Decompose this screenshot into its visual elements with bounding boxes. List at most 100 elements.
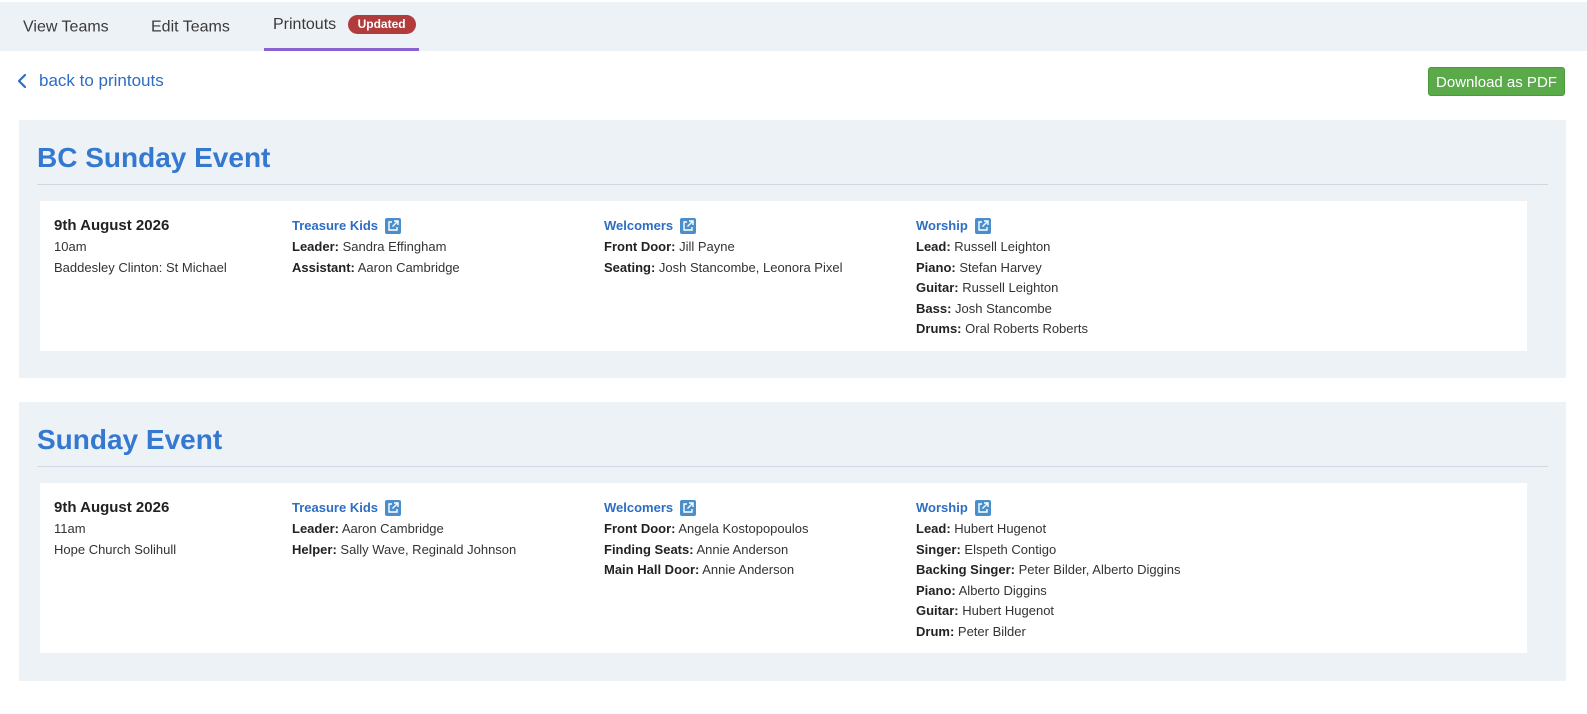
role-row: Piano: Alberto Diggins: [916, 581, 1180, 602]
role-people: Sally Wave, Reginald Johnson: [340, 541, 517, 557]
team-column: Worship Lead: Russell Leighton Piano: St…: [916, 215, 1088, 340]
tab-bar: View Teams Edit Teams Printouts Updated: [0, 2, 1587, 51]
role-row: Bass: Josh Stancombe: [916, 299, 1088, 320]
role-row: Guitar: Hubert Hugenot: [916, 601, 1180, 622]
role-label: Drum:: [916, 623, 955, 639]
updated-badge: Updated: [347, 14, 416, 34]
role-people: Aaron Cambridge: [341, 521, 444, 536]
external-link-icon[interactable]: [385, 218, 401, 234]
role-row: Drums: Oral Roberts Roberts: [916, 319, 1088, 340]
event-panel: BC Sunday Event 9th August 2026 10am Bad…: [19, 120, 1566, 378]
role-label: Front Door:: [604, 521, 676, 536]
role-label: Main Hall Door:: [604, 562, 700, 577]
role-people: Peter Bilder: [957, 623, 1026, 639]
role-row: Drum: Peter Bilder: [916, 622, 1180, 643]
event-date: 9th August 2026: [54, 499, 170, 516]
role-label: Guitar:: [916, 603, 959, 618]
role-row: Guitar: Russell Leighton: [916, 278, 1088, 299]
team-name: Welcomers: [604, 499, 674, 515]
role-row: Main Hall Door: Annie Anderson: [604, 560, 809, 581]
role-label: Lead:: [916, 521, 951, 536]
team-column: Treasure Kids Leader: Sandra Effingham A…: [292, 215, 460, 278]
team-link-welcomers[interactable]: Welcomers: [604, 497, 809, 519]
role-people: Peter Bilder, Alberto Diggins: [1018, 562, 1181, 577]
role-people: Annie Anderson: [696, 541, 789, 557]
role-label: Guitar:: [916, 280, 959, 295]
event-details: 9th August 2026 11am Hope Church Solihul…: [54, 497, 176, 560]
event-date: 9th August 2026: [54, 217, 170, 234]
team-link-treasure-kids[interactable]: Treasure Kids: [292, 215, 460, 237]
role-people: Alberto Diggins: [958, 582, 1047, 598]
external-link-icon[interactable]: [680, 500, 697, 516]
role-people: Annie Anderson: [702, 562, 795, 577]
role-label: Leader:: [292, 239, 339, 254]
role-row: Backing Singer: Peter Bilder, Alberto Di…: [916, 560, 1180, 581]
role-people: Hubert Hugenot: [954, 521, 1047, 536]
role-label: Piano:: [916, 259, 956, 275]
role-label: Front Door:: [604, 239, 676, 254]
team-link-welcomers[interactable]: Welcomers: [604, 215, 842, 237]
role-row: Leader: Aaron Cambridge: [292, 519, 516, 540]
role-people: Josh Stancombe, Leonora Pixel: [658, 259, 843, 275]
divider: [37, 466, 1548, 467]
back-to-printouts-link[interactable]: back to printouts: [17, 70, 164, 92]
role-row: Helper: Sally Wave, Reginald Johnson: [292, 540, 516, 561]
role-row: Lead: Hubert Hugenot: [916, 519, 1180, 540]
role-people: Sandra Effingham: [342, 239, 447, 254]
role-people: Jill Payne: [679, 239, 735, 254]
external-link-icon[interactable]: [974, 218, 991, 234]
tab-printouts[interactable]: Printouts Updated: [264, 2, 419, 51]
role-row: Assistant: Aaron Cambridge: [292, 258, 460, 279]
role-row: Front Door: Jill Payne: [604, 237, 842, 258]
team-column: Welcomers Front Door: Angela Kostopopoul…: [604, 497, 809, 581]
event-details: 9th August 2026 10am Baddesley Clinton: …: [54, 215, 227, 278]
team-link-worship[interactable]: Worship: [916, 497, 1180, 519]
tab-view-teams[interactable]: View Teams: [23, 2, 109, 51]
role-row: Singer: Elspeth Contigo: [916, 540, 1180, 561]
divider: [37, 184, 1548, 185]
role-row: Seating: Josh Stancombe, Leonora Pixel: [604, 258, 842, 279]
tab-edit-teams[interactable]: Edit Teams: [151, 2, 230, 51]
event-card: 9th August 2026 10am Baddesley Clinton: …: [40, 201, 1527, 351]
event-location: Hope Church Solihull: [54, 541, 177, 557]
role-label: Lead:: [916, 239, 951, 254]
role-people: Josh Stancombe: [955, 300, 1052, 316]
back-link-label: back to printouts: [39, 71, 164, 90]
team-name: Treasure Kids: [292, 217, 378, 233]
role-people: Stefan Harvey: [959, 259, 1042, 275]
event-location: Baddesley Clinton: St Michael: [54, 259, 227, 275]
role-label: Assistant:: [292, 259, 355, 275]
external-link-icon[interactable]: [974, 500, 991, 516]
tab-label: View Teams: [23, 18, 109, 36]
role-people: Elspeth Contigo: [964, 541, 1057, 557]
team-column: Welcomers Front Door: Jill Payne Seating…: [604, 215, 842, 278]
role-row: Piano: Stefan Harvey: [916, 258, 1088, 279]
external-link-icon[interactable]: [385, 500, 401, 516]
role-label: Piano:: [916, 582, 956, 598]
team-link-treasure-kids[interactable]: Treasure Kids: [292, 497, 516, 519]
role-row: Finding Seats: Annie Anderson: [604, 540, 809, 561]
team-link-worship[interactable]: Worship: [916, 215, 1088, 237]
event-title: BC Sunday Event: [37, 142, 271, 173]
role-label: Seating:: [604, 259, 656, 275]
download-pdf-button[interactable]: Download as PDF: [1428, 67, 1565, 96]
role-people: Russell Leighton: [954, 239, 1051, 254]
role-label: Finding Seats:: [604, 541, 694, 557]
role-people: Hubert Hugenot: [962, 603, 1055, 618]
role-label: Singer:: [916, 541, 961, 557]
role-label: Bass:: [916, 300, 952, 316]
team-column: Treasure Kids Leader: Aaron Cambridge He…: [292, 497, 516, 560]
team-column: Worship Lead: Hubert Hugenot Singer: Els…: [916, 497, 1180, 642]
role-label: Drums:: [916, 321, 962, 336]
team-name: Treasure Kids: [292, 499, 378, 515]
role-people: Aaron Cambridge: [357, 259, 460, 275]
event-time: 10am: [54, 239, 87, 254]
role-label: Backing Singer:: [916, 562, 1015, 577]
role-row: Lead: Russell Leighton: [916, 237, 1088, 258]
team-name: Worship: [916, 217, 968, 233]
chevron-left-icon: [17, 73, 27, 89]
external-link-icon[interactable]: [680, 218, 697, 234]
team-name: Welcomers: [604, 217, 674, 233]
event-title: Sunday Event: [37, 424, 223, 455]
role-label: Leader:: [292, 521, 339, 536]
